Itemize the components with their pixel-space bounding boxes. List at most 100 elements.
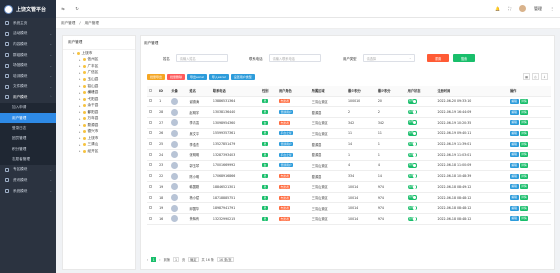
sidebar-item[interactable]: 群组模块 ⌄ [0, 50, 56, 61]
expand-icon[interactable]: ▸ [79, 77, 81, 81]
set-user-type-button[interactable]: 设置用户类型 [230, 74, 255, 80]
expand-icon[interactable]: ▸ [79, 117, 81, 121]
status-toggle[interactable]: 启用 [407, 216, 417, 222]
sidebar-item[interactable]: 内容模块 ⌄ [0, 39, 56, 50]
sidebar-item[interactable]: 系统模块 ⌄ [0, 186, 56, 197]
edit-button[interactable]: 编辑 [509, 162, 519, 168]
sidebar-item[interactable]: 资讯模块 ⌄ [0, 175, 56, 186]
status-toggle[interactable]: 启用 [407, 131, 417, 136]
expand-icon[interactable]: ▸ [79, 143, 81, 147]
next-page-icon[interactable]: › [159, 258, 160, 262]
expand-icon[interactable]: ▸ [79, 64, 81, 68]
prev-page-icon[interactable]: ‹ [147, 258, 148, 262]
sidebar-item[interactable]: 志愿者管理 [0, 154, 56, 165]
detail-button[interactable]: 详情 [519, 216, 529, 222]
edit-button[interactable]: 编辑 [509, 109, 519, 115]
edit-button[interactable]: 编辑 [509, 195, 519, 201]
detail-button[interactable]: 详情 [519, 195, 529, 201]
sidebar-item[interactable]: 文件模块 ⌄ [0, 82, 56, 93]
type-select[interactable]: 请选择 ⌄ [362, 54, 415, 62]
expand-icon[interactable]: ▸ [79, 136, 81, 140]
detail-button[interactable]: 详情 [519, 162, 529, 168]
select-all-checkbox[interactable] [149, 88, 152, 92]
expand-icon[interactable]: ▸ [79, 84, 81, 88]
bell-icon[interactable]: 🔔 [495, 6, 500, 11]
detail-button[interactable]: 详情 [519, 98, 529, 104]
sidebar-item[interactable]: 培训模块 ⌄ [0, 71, 56, 82]
edit-button[interactable]: 编辑 [509, 130, 519, 136]
goto-input[interactable]: 1 [172, 257, 179, 262]
sidebar-item[interactable]: 用户模块 ⌃ [0, 92, 56, 103]
goto-confirm-button[interactable]: 确定 [188, 257, 199, 262]
page-1[interactable]: 1 [151, 257, 157, 262]
detail-button[interactable]: 详情 [519, 109, 529, 115]
edit-button[interactable]: 编辑 [509, 98, 519, 104]
page-size-select[interactable]: 16 条/页 [217, 257, 234, 262]
row-checkbox[interactable] [149, 206, 152, 210]
refresh-icon[interactable]: ↻ [70, 6, 84, 11]
detail-button[interactable]: 详情 [519, 184, 529, 190]
expand-icon[interactable]: ▸ [79, 123, 81, 127]
search-button[interactable]: 搜索 [453, 54, 475, 62]
detail-button[interactable]: 详情 [519, 130, 529, 136]
detail-button[interactable]: 详情 [519, 120, 529, 126]
row-checkbox[interactable] [149, 174, 152, 178]
row-checkbox[interactable] [149, 131, 152, 135]
fullscreen-icon[interactable]: ⛶ [508, 6, 511, 11]
sidebar-item[interactable]: 登录日志 [0, 123, 56, 134]
row-checkbox[interactable] [149, 184, 152, 188]
status-toggle[interactable]: 启用 [407, 205, 417, 211]
print-icon[interactable]: ⎙ [532, 73, 539, 80]
batch-export-button[interactable]: 批量导出 [147, 74, 166, 80]
columns-icon[interactable]: ▦ [523, 73, 530, 80]
edit-button[interactable]: 编辑 [509, 205, 519, 211]
status-toggle[interactable]: 启用 [407, 163, 417, 168]
user-name[interactable]: 管理 [534, 6, 542, 12]
expand-icon[interactable]: ▸ [73, 51, 75, 55]
status-toggle[interactable]: 启用 [407, 184, 417, 190]
expand-icon[interactable]: ▸ [79, 97, 81, 101]
status-toggle[interactable]: 启用 [407, 109, 417, 115]
detail-button[interactable]: 详情 [519, 152, 529, 158]
reset-button[interactable]: 重置 [427, 54, 449, 62]
tree-node[interactable]: ▸ 经开区 [63, 148, 135, 155]
expand-icon[interactable]: ▸ [79, 130, 81, 134]
sidebar-item[interactable]: 专区模块 ⌄ [0, 165, 56, 176]
expand-icon[interactable]: ▸ [79, 110, 81, 114]
status-toggle[interactable]: 启用 [407, 152, 417, 158]
sidebar-item[interactable]: 活动模块 ⌄ [0, 29, 56, 40]
row-checkbox[interactable] [149, 195, 152, 199]
collapse-icon[interactable]: ⇆ [56, 6, 70, 11]
edit-button[interactable]: 编辑 [509, 216, 519, 222]
sidebar-item[interactable]: 用户管理 [0, 113, 56, 124]
status-toggle[interactable]: 启用 [407, 173, 417, 179]
status-toggle[interactable]: 启用 [407, 99, 417, 104]
name-input[interactable]: 请输入姓名 [175, 54, 228, 62]
expand-icon[interactable]: ▸ [79, 58, 81, 62]
avatar[interactable] [519, 5, 526, 12]
row-checkbox[interactable] [149, 120, 152, 124]
phone-input[interactable]: 请输入联系电话 [268, 54, 321, 62]
export-excel-button[interactable]: 导出excel [187, 74, 207, 80]
tab-home[interactable]: 用户管理 [61, 21, 75, 26]
batch-delete-button[interactable]: 批量删除 [167, 74, 186, 80]
status-toggle[interactable]: 启用 [407, 120, 417, 125]
status-toggle[interactable]: 启用 [407, 195, 417, 200]
import-excel-button[interactable]: 导入excel [208, 74, 229, 80]
tab-current[interactable]: 用户管理 [85, 21, 99, 26]
more-icon[interactable]: ⋮ [550, 6, 554, 11]
edit-button[interactable]: 编辑 [509, 184, 519, 190]
expand-icon[interactable]: ▸ [79, 104, 81, 108]
edit-button[interactable]: 编辑 [509, 173, 519, 179]
expand-icon[interactable]: ▸ [79, 71, 81, 75]
row-checkbox[interactable] [149, 216, 152, 220]
row-checkbox[interactable] [149, 99, 152, 103]
row-checkbox[interactable] [149, 110, 152, 114]
sidebar-item[interactable]: 积分管理 [0, 143, 56, 155]
detail-button[interactable]: 详情 [519, 173, 529, 179]
row-checkbox[interactable] [149, 142, 152, 146]
export-icon[interactable]: ⇩ [541, 73, 548, 80]
row-checkbox[interactable] [149, 163, 152, 167]
sidebar-item[interactable]: 团员管理 [0, 133, 56, 144]
detail-button[interactable]: 详情 [519, 205, 529, 211]
